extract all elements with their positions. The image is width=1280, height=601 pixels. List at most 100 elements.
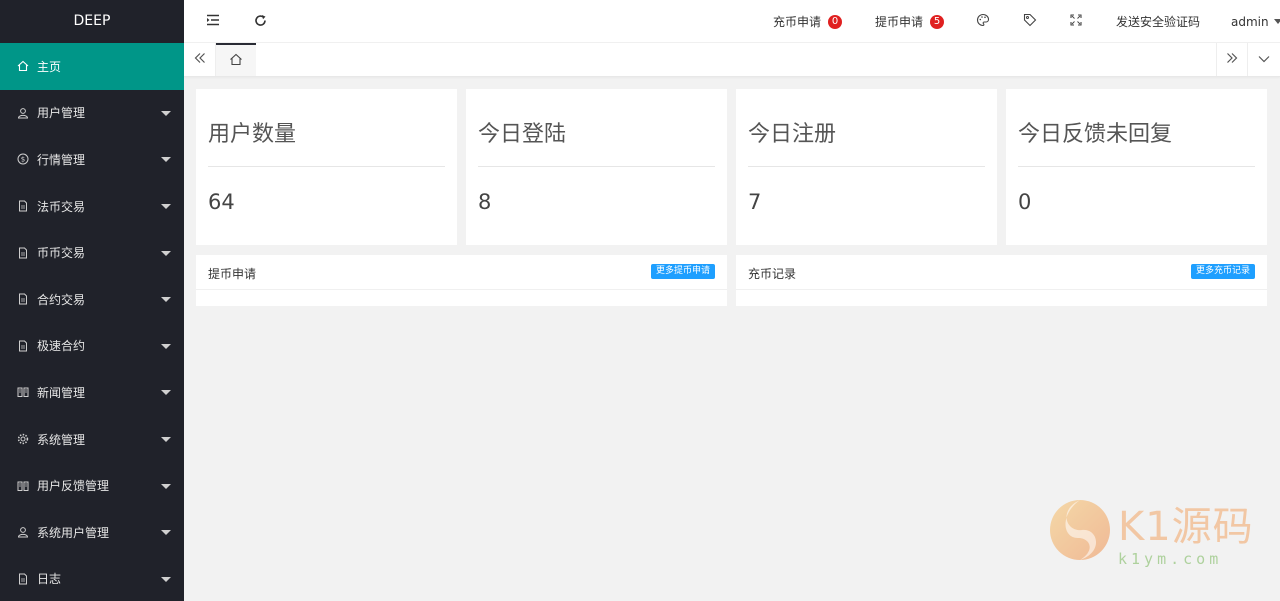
sidebar-item-label: 系统管理 xyxy=(37,432,86,447)
withdraw-request-panel: 提币申请 更多提币申请 xyxy=(196,255,727,306)
watermark: K1源码 k1ym.com xyxy=(1048,490,1263,575)
sidebar-item-label: 日志 xyxy=(37,572,62,587)
withdraw-request-label: 提币申请 xyxy=(875,15,924,29)
chevron-down-icon xyxy=(161,390,171,396)
document-icon xyxy=(16,339,30,353)
sidebar: DEEP 主页 用户管理 $ 行情管理 法币交易 币币交易 合约交易 极速合约 … xyxy=(0,0,184,601)
theme-button[interactable] xyxy=(976,0,990,43)
recharge-request-link[interactable]: 充币申请 0 xyxy=(773,0,843,43)
chevron-down-icon xyxy=(161,250,171,256)
recharge-request-label: 充币申请 xyxy=(773,15,822,29)
tag-button[interactable] xyxy=(1023,0,1037,43)
top-header: 充币申请 0 提币申请 5 发送安全验证码 admin xyxy=(184,0,1280,43)
more-withdraw-requests-button[interactable]: 更多提币申请 xyxy=(650,264,715,279)
divider xyxy=(478,166,715,167)
document-icon xyxy=(16,572,30,586)
sidebar-item-home[interactable]: 主页 xyxy=(0,43,184,90)
user-menu[interactable]: admin xyxy=(1231,0,1280,43)
chevron-down-icon xyxy=(161,157,171,163)
sidebar-item-label: 系统用户管理 xyxy=(37,525,110,540)
divider xyxy=(748,166,985,167)
sidebar-item-system-user-management[interactable]: 系统用户管理 xyxy=(0,509,184,556)
user-icon xyxy=(16,106,30,120)
stat-card-value: 8 xyxy=(478,190,492,214)
sidebar-item-feedback-management[interactable]: 用户反馈管理 xyxy=(0,462,184,509)
gear-icon xyxy=(16,432,30,446)
book-icon xyxy=(16,385,30,399)
chevron-down-icon xyxy=(161,343,171,349)
stat-card-today-login: 今日登陆 8 xyxy=(466,89,727,245)
home-icon xyxy=(16,59,30,73)
sidebar-item-news-management[interactable]: 新闻管理 xyxy=(0,369,184,416)
sidebar-item-label: 合约交易 xyxy=(37,292,86,307)
stat-card-user-count: 用户数量 64 xyxy=(196,89,457,245)
tabs-menu-button[interactable] xyxy=(1248,43,1280,76)
sidebar-item-quick-contract[interactable]: 极速合约 xyxy=(0,323,184,370)
user-icon xyxy=(16,525,30,539)
sidebar-item-label: 币币交易 xyxy=(37,246,86,261)
document-icon xyxy=(16,246,30,260)
panel-header: 提币申请 更多提币申请 xyxy=(196,255,727,290)
dollar-icon: $ xyxy=(16,152,30,166)
username: admin xyxy=(1231,14,1269,29)
sidebar-item-coin-trade[interactable]: 币币交易 xyxy=(0,229,184,276)
tabs-bar xyxy=(184,43,1280,77)
withdraw-count-badge: 5 xyxy=(930,14,945,29)
sidebar-item-label: 主页 xyxy=(37,59,62,74)
sidebar-item-market-management[interactable]: $ 行情管理 xyxy=(0,136,184,183)
refresh-button[interactable] xyxy=(254,0,267,43)
panel-title: 充币记录 xyxy=(748,267,797,281)
sidebar-item-contract-trade[interactable]: 合约交易 xyxy=(0,276,184,323)
sidebar-item-user-management[interactable]: 用户管理 xyxy=(0,90,184,137)
stat-card-title: 今日反馈未回复 xyxy=(1018,122,1173,147)
chevron-down-icon xyxy=(161,297,171,303)
app-logo: DEEP xyxy=(0,0,184,43)
svg-text:$: $ xyxy=(21,156,25,164)
sidebar-item-label: 用户反馈管理 xyxy=(37,479,110,494)
stat-card-feedback-unreplied: 今日反馈未回复 0 xyxy=(1006,89,1267,245)
sidebar-item-label: 行情管理 xyxy=(37,152,86,167)
caret-down-icon xyxy=(1273,19,1280,24)
fullscreen-icon xyxy=(1070,14,1082,29)
send-security-code-label: 发送安全验证码 xyxy=(1116,15,1201,29)
stat-card-title: 今日登陆 xyxy=(478,122,567,147)
stat-card-value: 64 xyxy=(208,190,235,214)
sidebar-item-label: 极速合约 xyxy=(37,339,86,354)
withdraw-request-link[interactable]: 提币申请 5 xyxy=(875,0,945,43)
panel-header: 充币记录 更多充币记录 xyxy=(736,255,1267,290)
stat-card-title: 今日注册 xyxy=(748,122,837,147)
tabs-scroll-right-button[interactable] xyxy=(1216,43,1248,76)
palette-icon xyxy=(976,13,990,30)
sidebar-item-system-management[interactable]: 系统管理 xyxy=(0,416,184,463)
chevron-down-icon xyxy=(161,483,171,489)
tabs-scroll-left-button[interactable] xyxy=(184,43,216,76)
recharge-count-badge: 0 xyxy=(828,14,843,29)
watermark-brand: K1源码 xyxy=(1118,504,1254,550)
sidebar-item-label: 新闻管理 xyxy=(37,385,86,400)
divider xyxy=(208,166,445,167)
stat-card-value: 0 xyxy=(1018,190,1032,214)
menu-toggle-button[interactable] xyxy=(206,0,220,43)
stat-card-value: 7 xyxy=(748,190,762,214)
chevron-down-icon xyxy=(1258,52,1270,67)
send-security-code-button[interactable]: 发送安全验证码 xyxy=(1116,0,1200,43)
tag-icon xyxy=(1023,13,1037,30)
chevron-down-icon xyxy=(161,437,171,443)
double-chevron-right-icon xyxy=(1226,52,1238,68)
chevron-down-icon xyxy=(161,204,171,210)
book-icon xyxy=(16,479,30,493)
double-chevron-left-icon xyxy=(194,52,206,68)
tab-home[interactable] xyxy=(216,43,256,76)
recharge-record-panel: 充币记录 更多充币记录 xyxy=(736,255,1267,306)
more-recharge-records-button[interactable]: 更多充币记录 xyxy=(1190,264,1255,279)
panel-title: 提币申请 xyxy=(208,267,257,281)
fullscreen-button[interactable] xyxy=(1070,0,1082,43)
sidebar-item-label: 用户管理 xyxy=(37,106,86,121)
sidebar-item-fiat-trade[interactable]: 法币交易 xyxy=(0,183,184,230)
document-icon xyxy=(16,292,30,306)
home-icon xyxy=(229,51,243,70)
refresh-icon xyxy=(254,14,267,30)
watermark-domain: k1ym.com xyxy=(1118,550,1223,568)
menu-fold-icon xyxy=(206,14,220,29)
sidebar-item-logs[interactable]: 日志 xyxy=(0,556,184,601)
